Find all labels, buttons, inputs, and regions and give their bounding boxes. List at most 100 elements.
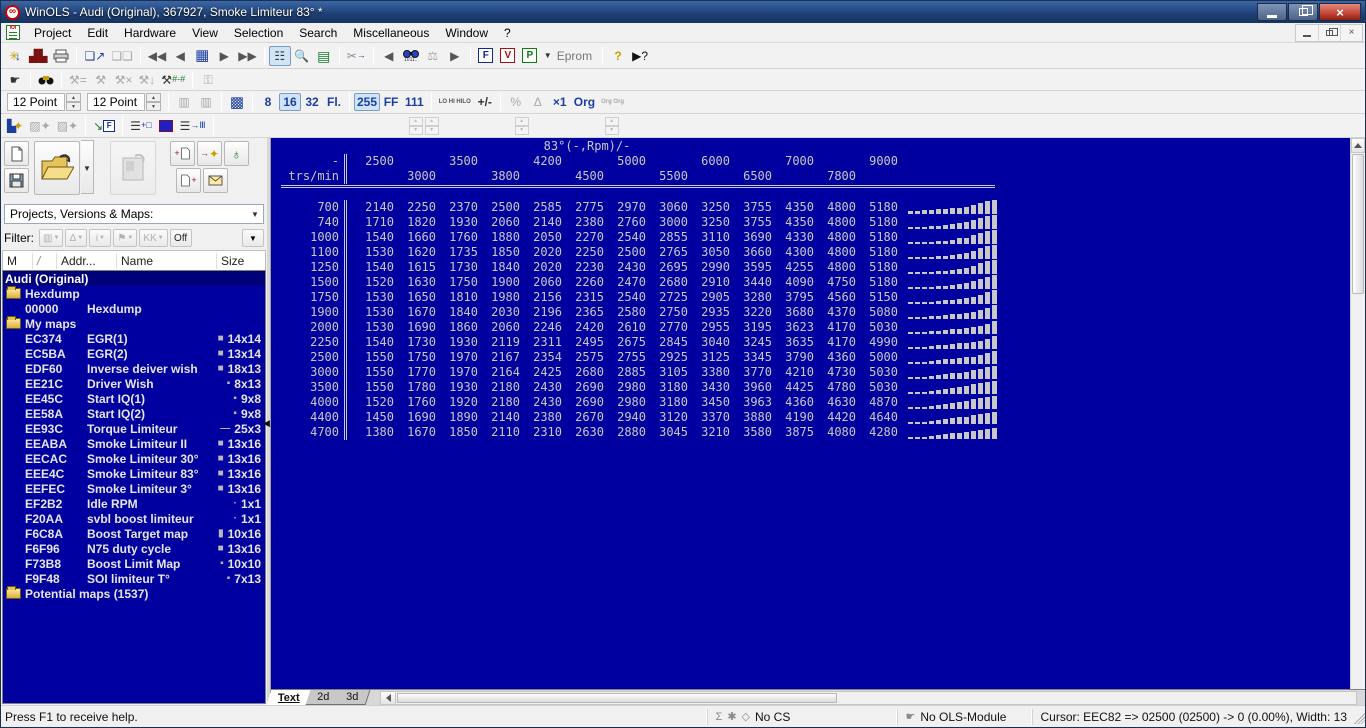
map-cell[interactable]: 2230: [562, 260, 604, 275]
map-to-factor-icon[interactable]: ↘F: [90, 116, 118, 136]
map-cell[interactable]: 2315: [562, 290, 604, 305]
map-cell[interactable]: 1780: [394, 380, 436, 395]
map-cell[interactable]: 2470: [604, 275, 646, 290]
map-cell[interactable]: 1520: [352, 395, 394, 410]
map-cell[interactable]: 1550: [352, 380, 394, 395]
map-cell[interactable]: 3580: [730, 425, 772, 440]
map-cell[interactable]: 2156: [520, 290, 562, 305]
map-cell[interactable]: 2575: [562, 350, 604, 365]
map-cell[interactable]: 2167: [478, 350, 520, 365]
original-both-view-button[interactable]: Org Org: [598, 93, 627, 111]
map-cell[interactable]: 1620: [394, 245, 436, 260]
map-cell[interactable]: 5030: [856, 320, 898, 335]
delta-view-button[interactable]: Δ: [527, 93, 549, 111]
compare-versions-icon[interactable]: ❏❏: [108, 46, 136, 66]
map-cell[interactable]: 3790: [772, 350, 814, 365]
map-cell[interactable]: 2050: [520, 230, 562, 245]
project-document-icon[interactable]: [6, 25, 20, 40]
filter-more-dropdown-icon[interactable]: ▼: [242, 229, 264, 247]
import-file-icon[interactable]: ✳↓: [4, 46, 26, 66]
map-cell[interactable]: 1690: [394, 410, 436, 425]
map-cell[interactable]: 1450: [352, 410, 394, 425]
map-cell[interactable]: 3250: [688, 215, 730, 230]
map-cell[interactable]: 2420: [562, 320, 604, 335]
map-cell[interactable]: 3595: [730, 260, 772, 275]
map-cell[interactable]: 1730: [394, 335, 436, 350]
horizontal-scrollbar[interactable]: [380, 691, 1357, 705]
map-cell[interactable]: 2380: [562, 215, 604, 230]
map-cell[interactable]: 3440: [730, 275, 772, 290]
tree-map-item[interactable]: EC374EGR(1)■14x14: [3, 331, 265, 346]
map-cell[interactable]: 2765: [646, 245, 688, 260]
search-binoculars-icon[interactable]: 1011..: [400, 46, 422, 66]
map-cell[interactable]: 3690: [730, 230, 772, 245]
map-cell[interactable]: 4080: [814, 425, 856, 440]
map-cell[interactable]: 5180: [856, 275, 898, 290]
map-cell[interactable]: 1930: [436, 215, 478, 230]
map-cell[interactable]: 2140: [520, 215, 562, 230]
fvp-dropdown-icon[interactable]: ▼: [544, 51, 552, 60]
panel-mode-combobox[interactable]: Projects, Versions & Maps: ▼: [4, 204, 264, 224]
map-cell[interactable]: 2260: [562, 275, 604, 290]
map-cell[interactable]: 2910: [688, 275, 730, 290]
map-cell[interactable]: 2030: [478, 305, 520, 320]
view-16bit-button[interactable]: 16: [279, 93, 301, 111]
map-cell[interactable]: 1850: [478, 245, 520, 260]
map-cell[interactable]: 4170: [814, 335, 856, 350]
map-cell[interactable]: 2940: [604, 410, 646, 425]
map-cell[interactable]: 4800: [814, 230, 856, 245]
obd-hand-icon[interactable]: ☛: [4, 71, 26, 89]
axis-spinner-a[interactable]: ▲▼: [409, 117, 423, 135]
map-cell[interactable]: 4800: [814, 215, 856, 230]
tree-map-item[interactable]: EE21CDriver Wish▪8x13: [3, 376, 265, 391]
map-cell[interactable]: 2770: [646, 320, 688, 335]
map-cell[interactable]: 1520: [352, 275, 394, 290]
map-cell[interactable]: 1670: [394, 425, 436, 440]
map-cell[interactable]: 1730: [436, 260, 478, 275]
tree-map-item[interactable]: EE45CStart IQ(1)▪9x8: [3, 391, 265, 406]
map-cell[interactable]: 4090: [772, 275, 814, 290]
map-cell[interactable]: 1540: [352, 260, 394, 275]
map-cell[interactable]: 2310: [520, 425, 562, 440]
tree-folder[interactable]: My maps: [3, 316, 265, 331]
map-cell[interactable]: 2140: [478, 410, 520, 425]
menu-selection[interactable]: Selection: [226, 24, 291, 42]
map-cell[interactable]: 2690: [562, 395, 604, 410]
show-factors-button[interactable]: F: [475, 46, 497, 66]
map-cell[interactable]: 1660: [394, 230, 436, 245]
mdi-restore-button[interactable]: [1318, 25, 1340, 41]
previous-difference-icon[interactable]: ◀: [378, 46, 400, 66]
map-cell[interactable]: 2060: [478, 215, 520, 230]
map-cell[interactable]: 2585: [520, 200, 562, 215]
map-cell[interactable]: 2610: [604, 320, 646, 335]
map-cell[interactable]: 4330: [772, 230, 814, 245]
map-cell[interactable]: 4630: [814, 395, 856, 410]
map-cell[interactable]: 3450: [688, 395, 730, 410]
height-mode-icon[interactable]: ▥: [195, 93, 217, 111]
menu-miscellaneous[interactable]: Miscellaneous: [345, 24, 437, 42]
map-cell[interactable]: 4210: [772, 365, 814, 380]
map-list-panel-icon[interactable]: ☷: [269, 46, 291, 66]
read-hardware-icon[interactable]: ▟▙: [26, 46, 50, 66]
map-cell[interactable]: 4190: [772, 410, 814, 425]
help-icon[interactable]: ?: [607, 46, 629, 66]
new-project-button[interactable]: [4, 141, 29, 166]
map-cell[interactable]: 1920: [436, 395, 478, 410]
map-cell[interactable]: 1550: [352, 365, 394, 380]
tree-map-item[interactable]: EDF60Inverse deiver wish■18x13: [3, 361, 265, 376]
original-view-button[interactable]: Org: [571, 93, 598, 111]
map-cell[interactable]: 1840: [478, 260, 520, 275]
first-map-icon[interactable]: ◀◀: [145, 46, 169, 66]
map-cell[interactable]: 3105: [646, 365, 688, 380]
map-cell[interactable]: 2885: [604, 365, 646, 380]
map-cell[interactable]: 2270: [562, 230, 604, 245]
map-cell[interactable]: 2925: [646, 350, 688, 365]
context-help-icon[interactable]: ▶?: [629, 46, 651, 66]
import-project-button[interactable]: [110, 141, 156, 195]
map-cell[interactable]: 5180: [856, 260, 898, 275]
save-project-button[interactable]: [4, 168, 29, 193]
map-cell[interactable]: 3875: [772, 425, 814, 440]
vertical-scrollbar[interactable]: [1350, 138, 1365, 689]
map-cell[interactable]: 5180: [856, 245, 898, 260]
map-cell[interactable]: 2935: [688, 305, 730, 320]
